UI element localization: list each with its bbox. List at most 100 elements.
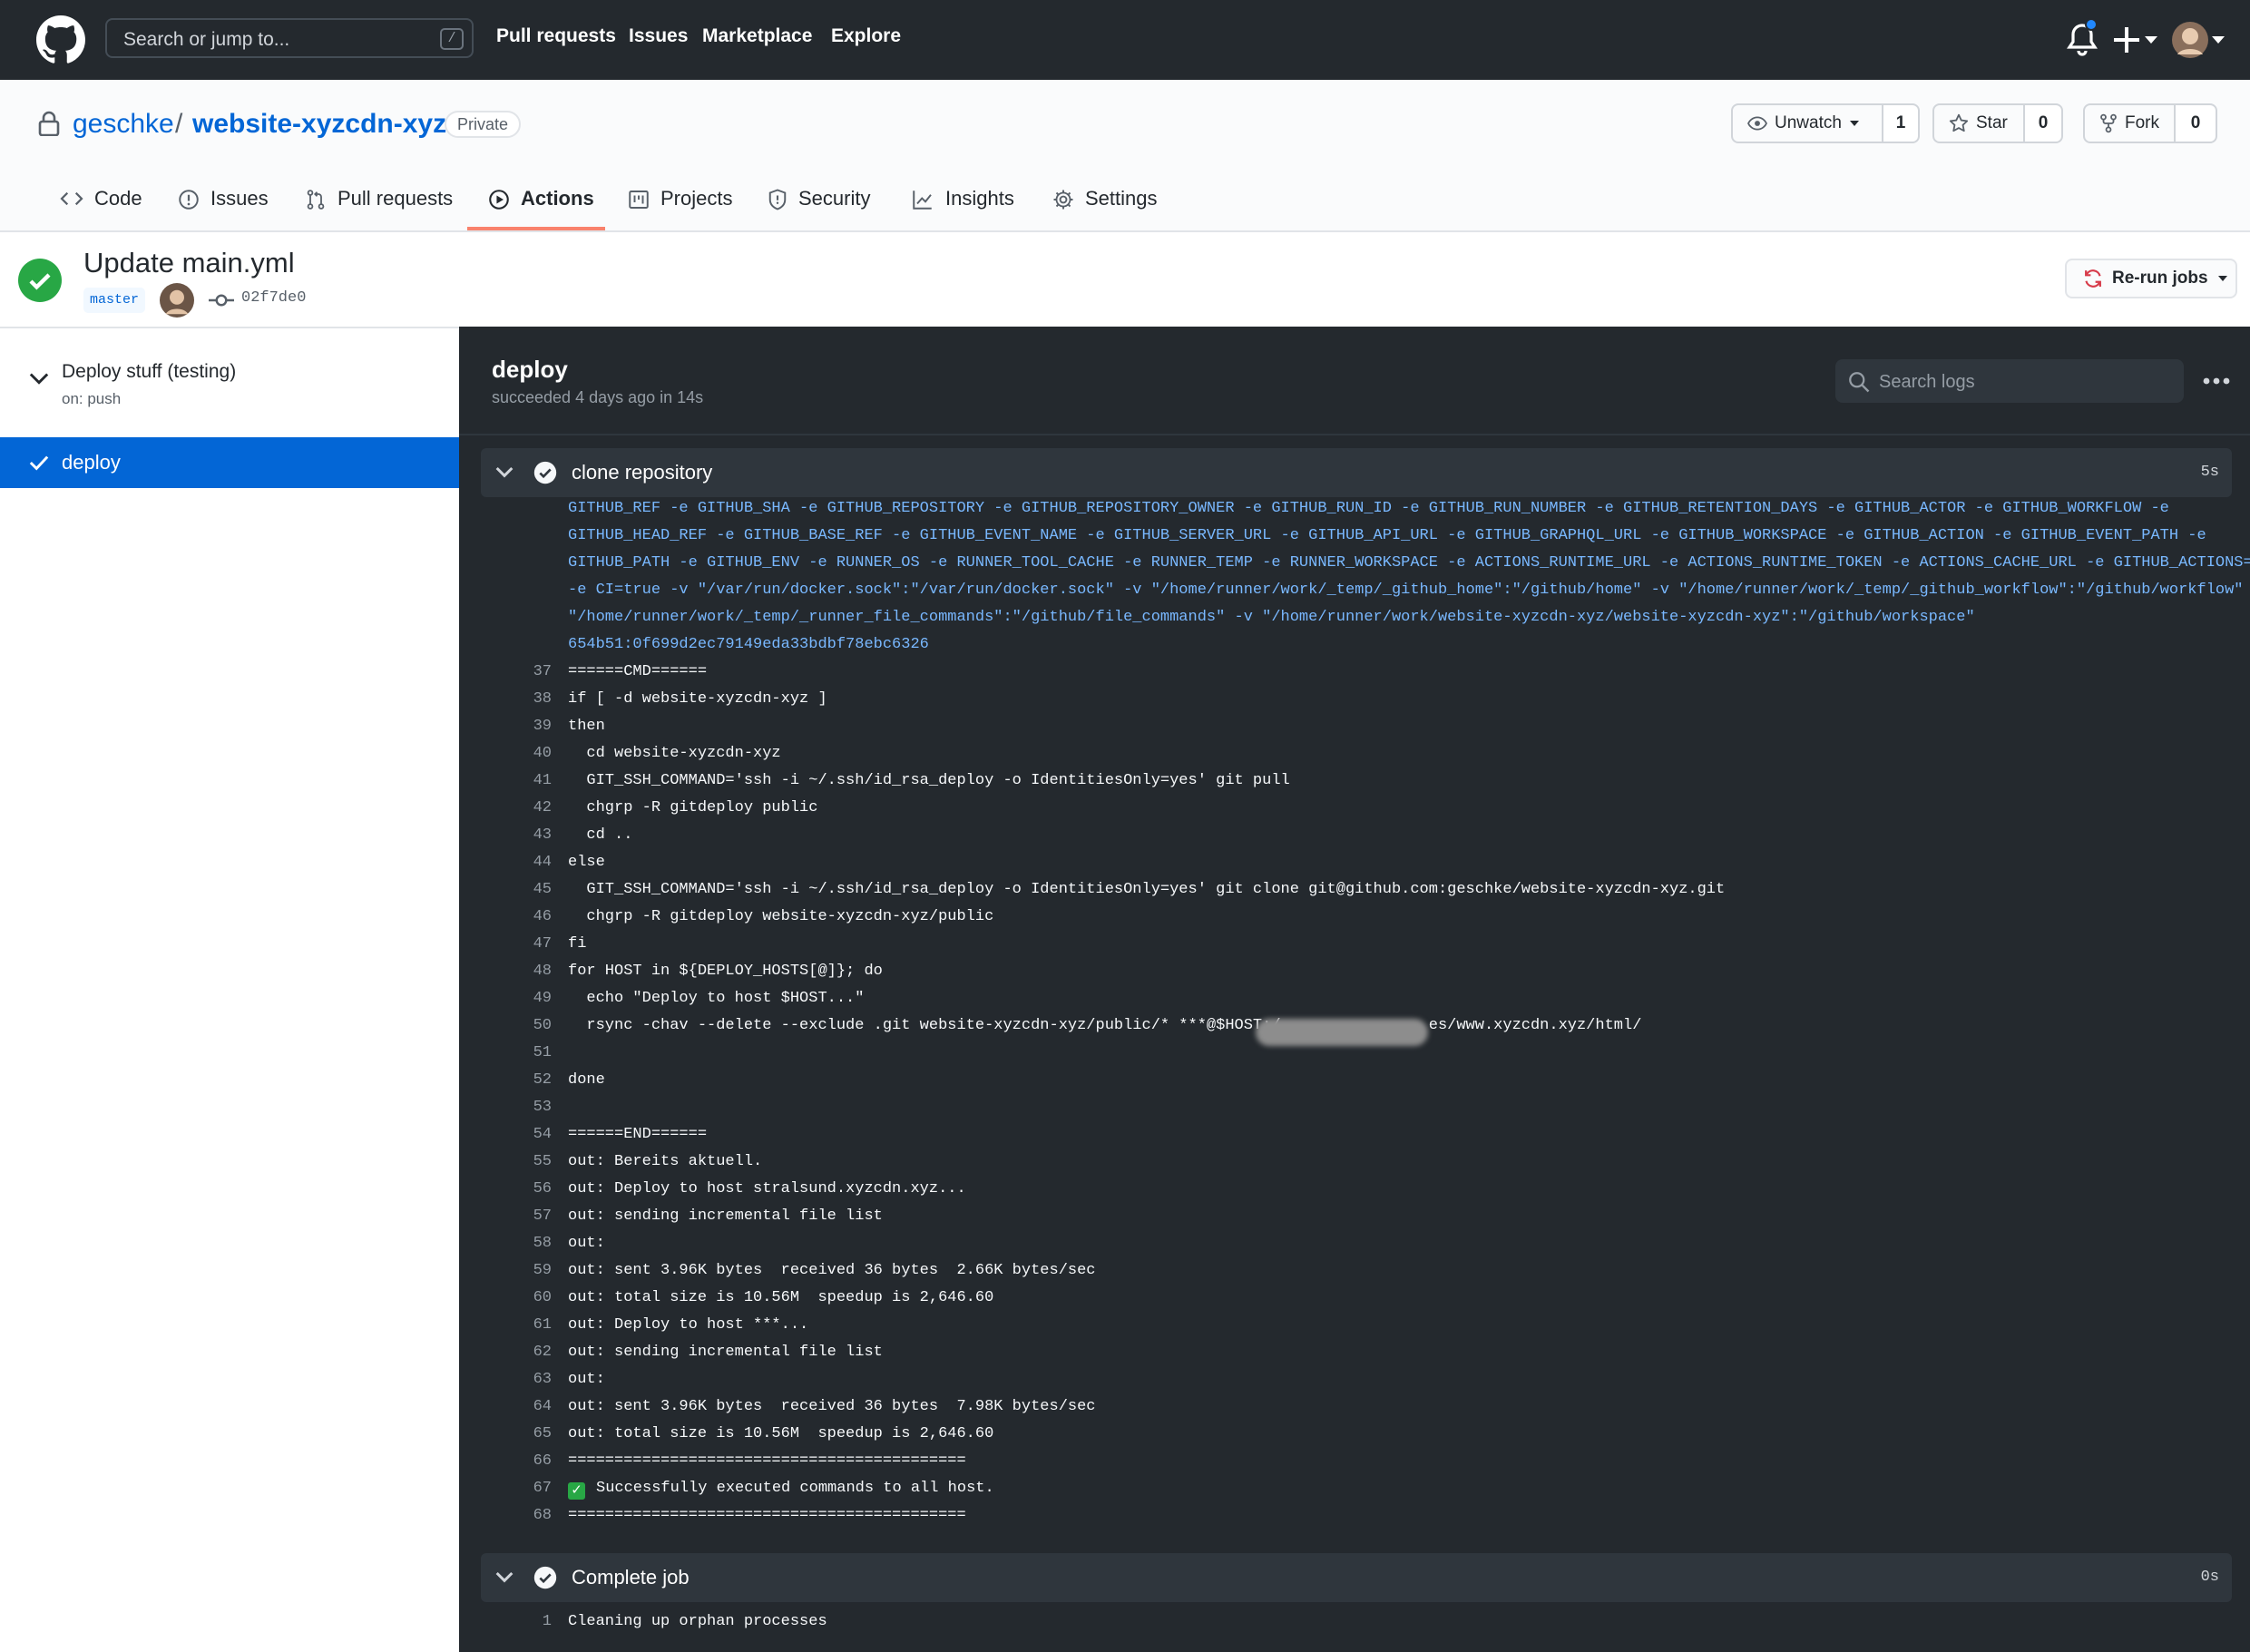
log-line-number[interactable]: 50 bbox=[481, 1012, 552, 1040]
search-logs-input[interactable]: Search logs bbox=[1835, 359, 2184, 403]
branch-label[interactable]: master bbox=[83, 288, 146, 313]
log-line-number[interactable]: 66 bbox=[481, 1448, 552, 1475]
repo-name-link[interactable]: website-xyzcdn-xyz bbox=[192, 109, 446, 140]
log-line[interactable]: 42 chgrp -R gitdeploy public bbox=[459, 795, 2250, 822]
log-line-number[interactable]: 44 bbox=[481, 849, 552, 876]
log-line[interactable]: 39 then bbox=[459, 713, 2250, 740]
log-line[interactable]: 44 else bbox=[459, 849, 2250, 876]
sidebar-job-deploy[interactable]: deploy bbox=[0, 437, 459, 488]
log-line[interactable]: 41 GIT_SSH_COMMAND='ssh -i ~/.ssh/id_rsa… bbox=[459, 767, 2250, 795]
log-line-number[interactable]: 54 bbox=[481, 1121, 552, 1149]
log-line[interactable]: 48 for HOST in ${DEPLOY_HOSTS[@]}; do bbox=[459, 958, 2250, 985]
commit-author-avatar[interactable] bbox=[160, 283, 194, 318]
tab-code[interactable]: Code bbox=[60, 187, 142, 230]
tab-projects[interactable]: Projects bbox=[628, 187, 732, 230]
log-line[interactable]: 47 fi bbox=[459, 931, 2250, 958]
tab-issues[interactable]: Issues bbox=[178, 187, 269, 230]
log-line-number[interactable]: 1 bbox=[481, 1608, 552, 1636]
log-line-number[interactable]: 46 bbox=[481, 904, 552, 931]
log-line-number[interactable]: 38 bbox=[481, 686, 552, 713]
log-line-number[interactable]: 60 bbox=[481, 1285, 552, 1312]
log-line[interactable]: 53 bbox=[459, 1094, 2250, 1121]
log-line[interactable]: 55 out: Bereits aktuell. bbox=[459, 1149, 2250, 1176]
user-avatar[interactable] bbox=[2172, 22, 2225, 58]
log-line-number[interactable]: 42 bbox=[481, 795, 552, 822]
log-line[interactable]: 46 chgrp -R gitdeploy website-xyzcdn-xyz… bbox=[459, 904, 2250, 931]
log-line-number[interactable]: 37 bbox=[481, 659, 552, 686]
log-line[interactable]: 45 GIT_SSH_COMMAND='ssh -i ~/.ssh/id_rsa… bbox=[459, 876, 2250, 904]
log-line-number[interactable]: 49 bbox=[481, 985, 552, 1012]
log-line-number[interactable]: 65 bbox=[481, 1421, 552, 1448]
log-line[interactable]: 38 if [ -d website-xyzcdn-xyz ] bbox=[459, 686, 2250, 713]
log-line[interactable]: 62 out: sending incremental file list bbox=[459, 1339, 2250, 1366]
log-line[interactable]: 52 done bbox=[459, 1067, 2250, 1094]
log-line[interactable]: 57 out: sending incremental file list bbox=[459, 1203, 2250, 1230]
log-line-text: cd .. bbox=[568, 826, 633, 844]
watch-count[interactable]: 1 bbox=[1883, 103, 1920, 143]
log-line[interactable]: 58 out: bbox=[459, 1230, 2250, 1257]
tab-settings[interactable]: Settings bbox=[1052, 187, 1158, 230]
log-line-number[interactable]: 53 bbox=[481, 1094, 552, 1121]
tab-security[interactable]: Security bbox=[768, 187, 870, 230]
log-line[interactable]: 65 out: total size is 10.56M speedup is 2… bbox=[459, 1421, 2250, 1448]
log-line-number[interactable]: 47 bbox=[481, 931, 552, 958]
log-line[interactable]: 64 out: sent 3.96K bytes received 36 byte… bbox=[459, 1393, 2250, 1421]
log-line-number[interactable]: 68 bbox=[481, 1502, 552, 1530]
tab-insights[interactable]: Insights bbox=[911, 187, 1014, 230]
log-line-number[interactable]: 56 bbox=[481, 1176, 552, 1203]
log-line-number[interactable]: 55 bbox=[481, 1149, 552, 1176]
fork-count[interactable]: 0 bbox=[2176, 103, 2217, 143]
log-line[interactable]: 59 out: sent 3.96K bytes received 36 byte… bbox=[459, 1257, 2250, 1285]
log-line-number[interactable]: 61 bbox=[481, 1312, 552, 1339]
step-complete-job[interactable]: Complete job 0s bbox=[481, 1553, 2232, 1602]
log-line[interactable]: 54 ======END====== bbox=[459, 1121, 2250, 1149]
log-line[interactable]: 37 ======CMD====== bbox=[459, 659, 2250, 686]
log-line-number[interactable]: 64 bbox=[481, 1393, 552, 1421]
log-line-number[interactable]: 58 bbox=[481, 1230, 552, 1257]
log-line-number[interactable]: 52 bbox=[481, 1067, 552, 1094]
nav-explore[interactable]: Explore bbox=[831, 25, 901, 47]
log-line-number[interactable]: 40 bbox=[481, 740, 552, 767]
log-line[interactable]: 49 echo "Deploy to host $HOST..." bbox=[459, 985, 2250, 1012]
log-line-number[interactable]: 41 bbox=[481, 767, 552, 795]
tab-actions[interactable]: Actions bbox=[488, 187, 594, 230]
log-line[interactable]: 43 cd .. bbox=[459, 822, 2250, 849]
log-line-number[interactable]: 57 bbox=[481, 1203, 552, 1230]
unwatch-button[interactable]: Unwatch bbox=[1731, 103, 1883, 143]
nav-marketplace[interactable]: Marketplace bbox=[702, 25, 812, 47]
github-logo-icon[interactable] bbox=[36, 15, 85, 64]
kebab-icon[interactable] bbox=[2203, 370, 2230, 392]
log-line[interactable]: 63 out: bbox=[459, 1366, 2250, 1393]
plus-icon[interactable] bbox=[2114, 24, 2157, 56]
log-line-number[interactable]: 51 bbox=[481, 1040, 552, 1067]
log-line-number[interactable]: 63 bbox=[481, 1366, 552, 1393]
tab-pull-requests[interactable]: Pull requests bbox=[305, 187, 453, 230]
log-line-number[interactable]: 67 bbox=[481, 1475, 552, 1502]
global-search-input[interactable]: Search or jump to... / bbox=[105, 18, 474, 58]
star-count[interactable]: 0 bbox=[2025, 103, 2063, 143]
repo-owner-link[interactable]: geschke bbox=[73, 109, 174, 140]
fork-button[interactable]: Fork bbox=[2083, 103, 2176, 143]
log-line[interactable]: 67 ✓ Successfully executed commands to all… bbox=[459, 1475, 2250, 1502]
log-line[interactable]: 56 out: Deploy to host stralsund.xyzcdn.x… bbox=[459, 1176, 2250, 1203]
log-line[interactable]: 1 Cleaning up orphan processes bbox=[459, 1608, 2250, 1636]
log-line-number[interactable]: 39 bbox=[481, 713, 552, 740]
log-line[interactable]: 60 out: total size is 10.56M speedup is 2… bbox=[459, 1285, 2250, 1312]
log-line[interactable]: 68 ======================================… bbox=[459, 1502, 2250, 1530]
log-line-number[interactable]: 43 bbox=[481, 822, 552, 849]
star-button[interactable]: Star bbox=[1932, 103, 2025, 143]
log-line[interactable]: 61 out: Deploy to host ***... bbox=[459, 1312, 2250, 1339]
log-line-number[interactable]: 62 bbox=[481, 1339, 552, 1366]
log-line-number[interactable]: 45 bbox=[481, 876, 552, 904]
rerun-jobs-button[interactable]: Re-run jobs bbox=[2065, 259, 2237, 298]
log-line[interactable]: 66 ======================================… bbox=[459, 1448, 2250, 1475]
log-line-number[interactable]: 59 bbox=[481, 1257, 552, 1285]
nav-issues[interactable]: Issues bbox=[629, 25, 688, 47]
log-line-number[interactable]: 48 bbox=[481, 958, 552, 985]
commit-sha-link[interactable]: 02f7de0 bbox=[241, 289, 306, 307]
step-clone-repository[interactable]: clone repository 5s bbox=[481, 448, 2232, 497]
chevron-down-icon[interactable] bbox=[29, 372, 49, 386]
workflow-name[interactable]: Deploy stuff (testing) bbox=[62, 361, 236, 383]
log-line[interactable]: 40 cd website-xyzcdn-xyz bbox=[459, 740, 2250, 767]
nav-pull-requests[interactable]: Pull requests bbox=[496, 25, 616, 47]
